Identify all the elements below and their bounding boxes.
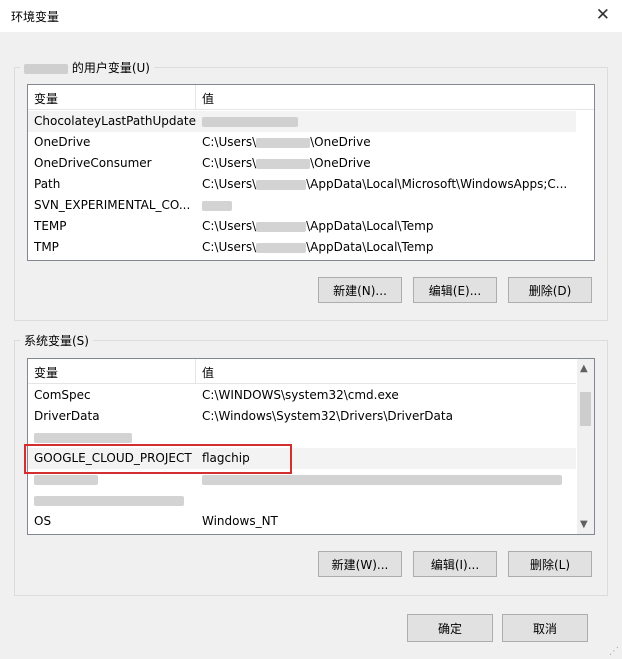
variable-value: C:\Windows\System32\Drivers\DriverData [202, 409, 453, 423]
scroll-down-icon[interactable]: ▼ [580, 519, 588, 530]
list-header: 变量 值 [28, 359, 576, 384]
table-row[interactable]: ComSpec C:\WINDOWS\system32\cmd.exe [28, 385, 576, 406]
system-edit-button[interactable]: 编辑(I)... [413, 551, 497, 577]
user-delete-button[interactable]: 删除(D) [508, 277, 592, 303]
column-header-variable[interactable]: 变量 [34, 364, 58, 381]
variable-value [202, 472, 562, 486]
variable-value: Windows_NT [202, 514, 278, 528]
variable-name: SVN_EXPERIMENTAL_CO... [34, 198, 191, 212]
ok-button[interactable]: 确定 [407, 614, 493, 642]
user-variables-label: 的用户变量(U) [20, 59, 154, 76]
table-row[interactable]: OneDriveConsumer C:\Users\ \OneDrive [28, 153, 576, 174]
list-header: 变量 值 [28, 85, 594, 110]
user-variables-list[interactable]: 变量 值 ChocolateyLastPathUpdate OneDrive C… [27, 84, 595, 261]
variable-name: ChocolateyLastPathUpdate [34, 114, 196, 128]
variable-name: OneDrive [34, 135, 91, 149]
variable-name: OneDriveConsumer [34, 156, 152, 170]
variable-name [34, 472, 98, 486]
variable-value [202, 198, 232, 212]
vertical-scrollbar[interactable]: ▲ ▼ [577, 359, 594, 534]
scroll-thumb[interactable] [580, 392, 591, 426]
system-variables-label: 系统变量(S) [20, 332, 93, 349]
column-divider[interactable] [195, 85, 196, 109]
table-row[interactable] [28, 490, 576, 511]
resize-grip-icon[interactable]: ⋰ [609, 646, 619, 657]
variable-value: C:\Users\ \OneDrive [202, 135, 371, 149]
table-row[interactable]: OS Windows_NT [28, 511, 576, 532]
variable-value: C:\Users\ \AppData\Local\Temp [202, 219, 434, 233]
close-icon[interactable]: ✕ [596, 5, 610, 25]
variable-name: TMP [34, 240, 59, 254]
variable-value [202, 114, 298, 128]
variable-name: OS [34, 514, 52, 528]
variable-value: C:\Users\ \OneDrive [202, 156, 371, 170]
column-header-variable[interactable]: 变量 [34, 90, 58, 107]
table-row[interactable]: OneDrive C:\Users\ \OneDrive [28, 132, 576, 153]
variable-name: ComSpec [34, 388, 91, 402]
column-divider[interactable] [195, 359, 196, 383]
redacted-username [24, 63, 68, 74]
variable-name [34, 493, 184, 507]
system-new-button[interactable]: 新建(W)... [318, 551, 402, 577]
table-row[interactable]: TEMP C:\Users\ \AppData\Local\Temp [28, 216, 576, 237]
table-row[interactable]: TMP C:\Users\ \AppData\Local\Temp [28, 237, 576, 258]
scroll-up-icon[interactable]: ▲ [580, 363, 588, 374]
column-header-value[interactable]: 值 [202, 364, 214, 381]
variable-value: C:\Users\ \AppData\Local\Microsoft\Window… [202, 177, 568, 191]
title-bar: 环境变量 ✕ [0, 0, 622, 32]
table-row[interactable]: DriverData C:\Windows\System32\Drivers\D… [28, 406, 576, 427]
column-header-value[interactable]: 值 [202, 90, 214, 107]
table-row[interactable]: SVN_EXPERIMENTAL_CO... [28, 195, 576, 216]
cancel-button[interactable]: 取消 [502, 614, 588, 642]
system-delete-button[interactable]: 删除(L) [508, 551, 592, 577]
variable-value: C:\Users\ \AppData\Local\Temp [202, 240, 434, 254]
user-edit-button[interactable]: 编辑(E)... [413, 277, 497, 303]
variable-name [34, 430, 132, 444]
user-new-button[interactable]: 新建(N)... [318, 277, 402, 303]
variable-name: DriverData [34, 409, 100, 423]
window-title: 环境变量 [11, 10, 60, 24]
table-row[interactable]: ChocolateyLastPathUpdate [28, 111, 576, 132]
variable-name: TEMP [34, 219, 67, 233]
table-row[interactable]: Path C:\Users\ \AppData\Local\Microsoft\W… [28, 174, 576, 195]
variable-value: C:\WINDOWS\system32\cmd.exe [202, 388, 399, 402]
variable-name: Path [34, 177, 61, 191]
highlight-annotation [24, 444, 292, 474]
